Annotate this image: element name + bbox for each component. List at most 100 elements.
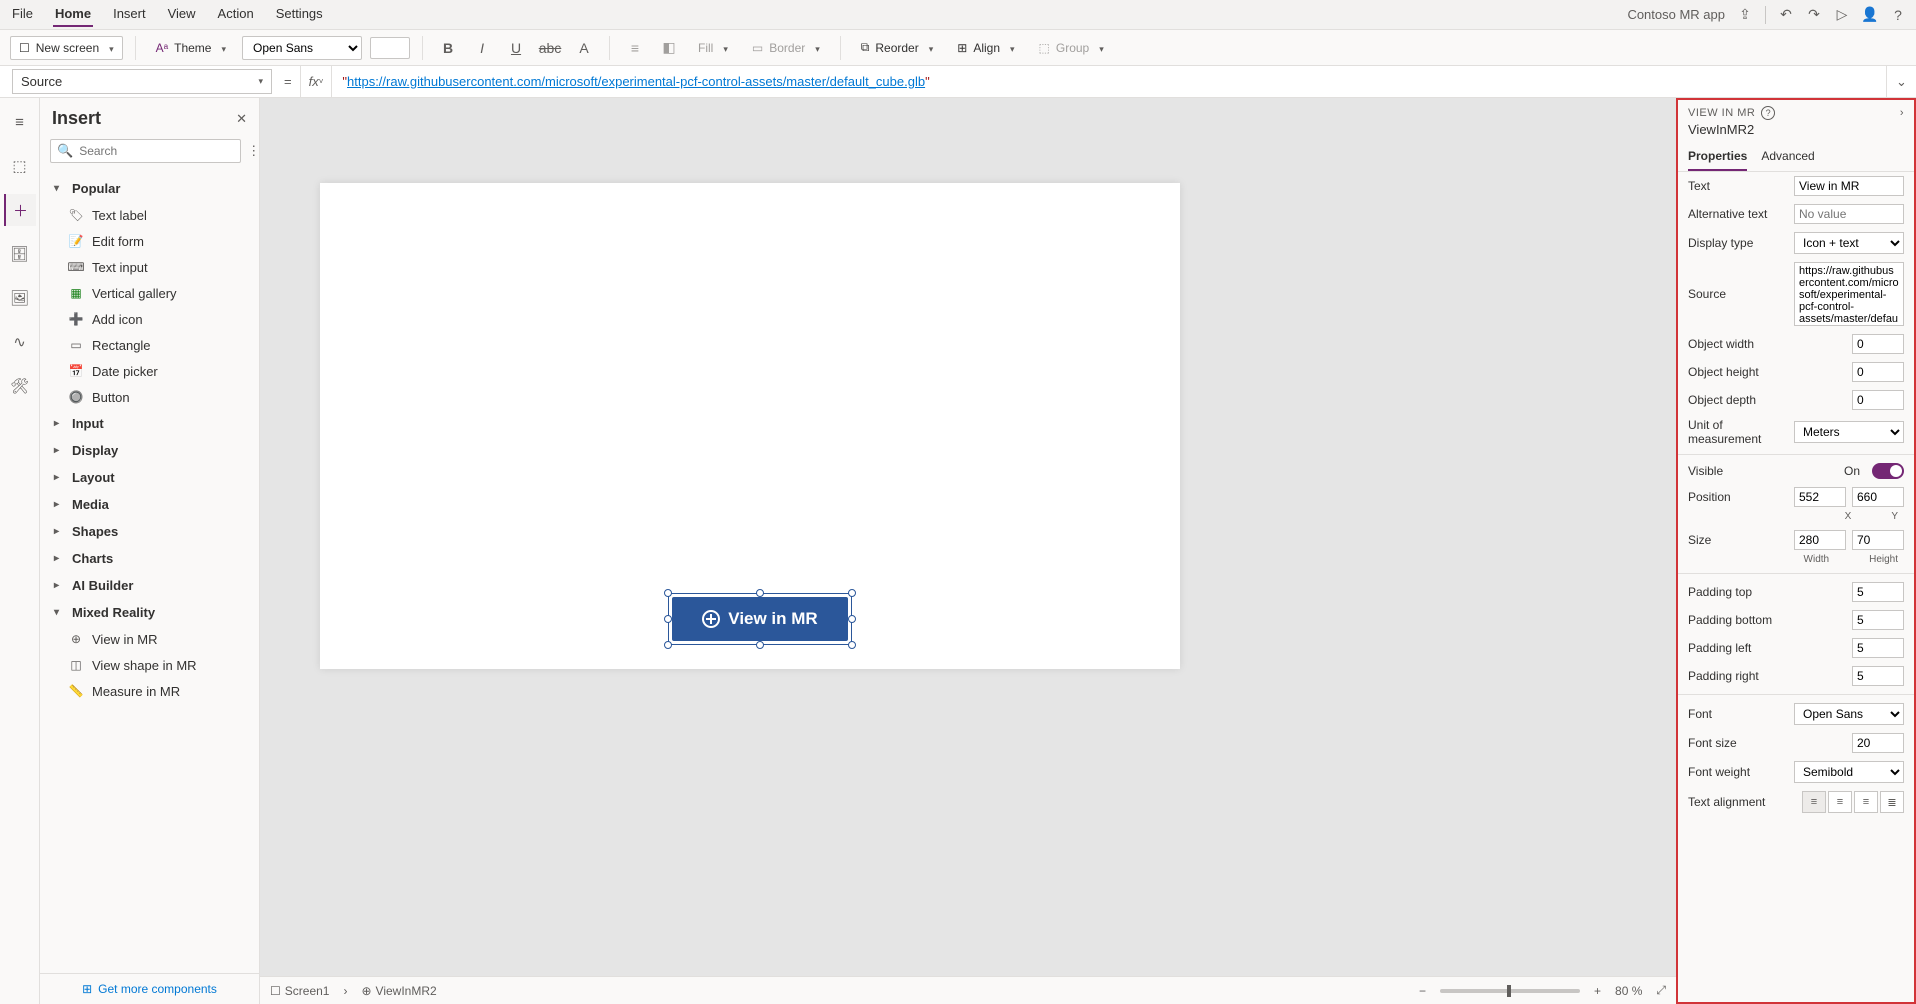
new-screen-button[interactable]: ☐New screen [10,36,123,60]
breadcrumb-screen[interactable]: ☐Screen1 [270,984,329,998]
group-button[interactable]: ⬚Group [1031,37,1112,59]
play-icon[interactable]: ▷ [1834,7,1850,23]
item-rectangle[interactable]: ▭Rectangle [40,332,259,358]
item-date-picker[interactable]: 📅Date picker [40,358,259,384]
prop-size-w[interactable] [1794,530,1846,550]
prop-visible-toggle[interactable] [1872,463,1904,479]
rail-media-icon[interactable]: 🖼 [4,282,36,314]
cat-media[interactable]: ▸Media [40,491,259,518]
align-button[interactable]: ⊞Align [949,37,1022,59]
more-icon[interactable]: ⋮ [247,143,260,159]
expand-formula-icon[interactable]: ⌄ [1886,66,1916,97]
fill-icon[interactable]: ◧ [656,36,682,60]
font-size-input[interactable] [370,37,410,59]
handle-bc[interactable] [756,641,764,649]
menu-home[interactable]: Home [53,2,93,27]
breadcrumb-control[interactable]: ⊕ViewInMR2 [361,984,436,998]
reorder-button[interactable]: ⧉Reorder [853,36,941,59]
tab-properties[interactable]: Properties [1688,143,1747,171]
prop-unit[interactable]: Meters [1794,421,1904,443]
close-icon[interactable]: ✕ [236,111,247,127]
rail-hamburger-icon[interactable]: ≡ [4,106,36,138]
cat-charts[interactable]: ▸Charts [40,545,259,572]
item-view-shape-in-mr[interactable]: ◫View shape in MR [40,652,259,678]
help-badge-icon[interactable]: ? [1761,106,1775,120]
handle-tl[interactable] [664,589,672,597]
menu-file[interactable]: File [10,2,35,27]
undo-icon[interactable]: ↶ [1778,7,1794,23]
user-icon[interactable]: 👤 [1862,7,1878,23]
theme-button[interactable]: AᵃTheme [148,37,234,59]
item-add-icon[interactable]: ➕Add icon [40,306,259,332]
align-left[interactable]: ≡ [1802,791,1826,813]
handle-br[interactable] [848,641,856,649]
handle-mr[interactable] [848,615,856,623]
menu-insert[interactable]: Insert [111,2,148,27]
item-view-in-mr[interactable]: ⊕View in MR [40,626,259,652]
item-text-label[interactable]: 🏷Text label [40,202,259,228]
italic-icon[interactable]: I [469,36,495,60]
help-icon[interactable]: ? [1890,7,1906,23]
handle-tr[interactable] [848,589,856,597]
prop-pad-right[interactable] [1852,666,1904,686]
canvas[interactable]: View in MR ☐Screen1 › ⊕ViewInMR2 − + 80 … [260,98,1676,1004]
prop-pad-top[interactable] [1852,582,1904,602]
font-select[interactable]: Open Sans [242,36,362,60]
prop-pos-x[interactable] [1794,487,1846,507]
search-input[interactable] [79,144,234,158]
rail-data-icon[interactable]: 🗄 [4,238,36,270]
zoom-out-icon[interactable]: − [1419,984,1426,998]
align-icon[interactable]: ≡ [622,36,648,60]
prop-pad-left[interactable] [1852,638,1904,658]
menu-view[interactable]: View [166,2,198,27]
cat-input[interactable]: ▸Input [40,410,259,437]
prop-obj-width[interactable] [1852,334,1904,354]
prop-font[interactable]: Open Sans [1794,703,1904,725]
cat-display[interactable]: ▸Display [40,437,259,464]
formula-input[interactable]: "https://raw.githubusercontent.com/micro… [332,74,1886,90]
prop-display-type[interactable]: Icon + text [1794,232,1904,254]
prop-obj-height[interactable] [1852,362,1904,382]
align-center[interactable]: ≡ [1828,791,1852,813]
item-text-input[interactable]: ⌨Text input [40,254,259,280]
share-icon[interactable]: ⇪ [1737,7,1753,23]
rail-advanced-icon[interactable]: 🛠 [4,370,36,402]
prop-pad-bottom[interactable] [1852,610,1904,630]
rail-insert-icon[interactable]: ＋ [4,194,36,226]
item-vertical-gallery[interactable]: ▦Vertical gallery [40,280,259,306]
cat-layout[interactable]: ▸Layout [40,464,259,491]
font-color-icon[interactable]: A [571,36,597,60]
border-button[interactable]: ▭Border [744,37,828,59]
search-input-wrap[interactable]: 🔍 [50,139,241,163]
handle-ml[interactable] [664,615,672,623]
prop-font-weight[interactable]: Semibold [1794,761,1904,783]
zoom-slider[interactable] [1440,989,1580,993]
tab-advanced[interactable]: Advanced [1761,143,1814,171]
align-right[interactable]: ≡ [1854,791,1878,813]
rail-tree-icon[interactable]: ⬚ [4,150,36,182]
item-measure-in-mr[interactable]: 📏Measure in MR [40,678,259,704]
screen-canvas[interactable]: View in MR [320,183,1180,669]
fill-button[interactable]: Fill [690,37,736,59]
rail-variables-icon[interactable]: ∿ [4,326,36,358]
fit-icon[interactable]: ⤢ [1656,983,1666,998]
prop-size-h[interactable] [1852,530,1904,550]
property-selector[interactable]: Source▾ [12,69,272,94]
underline-icon[interactable]: U [503,36,529,60]
menu-settings[interactable]: Settings [274,2,325,27]
prop-obj-depth[interactable] [1852,390,1904,410]
prop-alt[interactable] [1794,204,1904,224]
prop-text[interactable] [1794,176,1904,196]
strike-icon[interactable]: abc [537,36,563,60]
align-justify[interactable]: ≣ [1880,791,1904,813]
prop-source[interactable]: https://raw.githubusercontent.com/micros… [1794,262,1904,326]
cat-popular[interactable]: ▾Popular [40,175,259,202]
get-more-components[interactable]: ⊞Get more components [40,973,259,1004]
handle-tc[interactable] [756,589,764,597]
redo-icon[interactable]: ↷ [1806,7,1822,23]
cat-ai-builder[interactable]: ▸AI Builder [40,572,259,599]
bold-icon[interactable]: B [435,36,461,60]
zoom-in-icon[interactable]: + [1594,984,1601,998]
item-button[interactable]: 🔘Button [40,384,259,410]
menu-action[interactable]: Action [216,2,256,27]
